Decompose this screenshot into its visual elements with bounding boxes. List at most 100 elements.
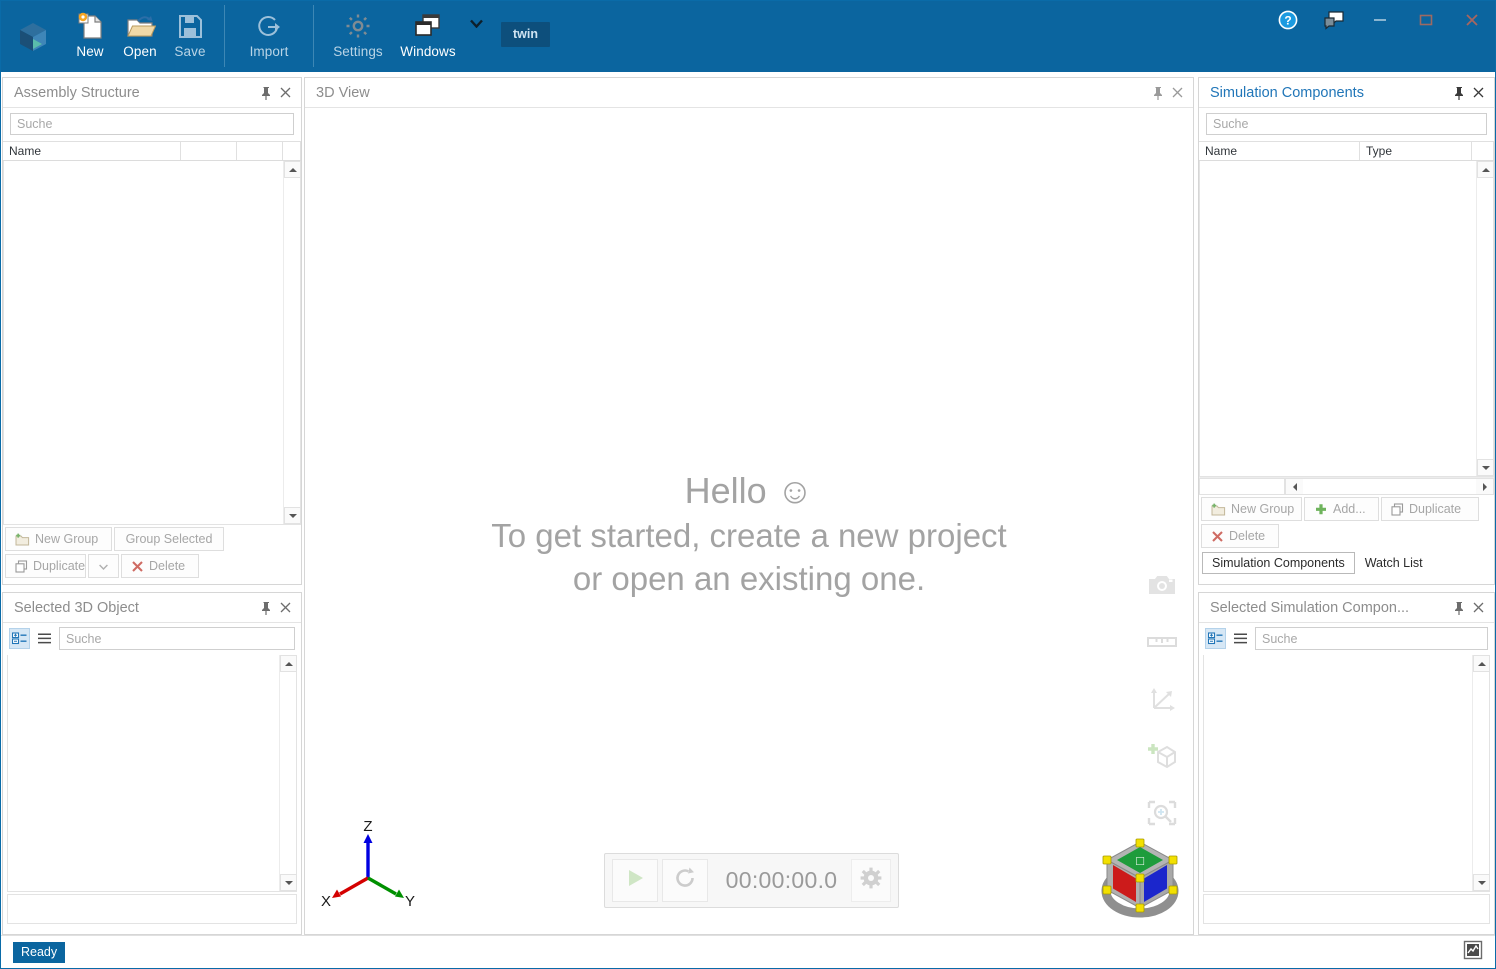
axes-icon[interactable] bbox=[1145, 682, 1179, 716]
assembly-search-input[interactable] bbox=[10, 113, 294, 135]
navigation-cube[interactable]: □ bbox=[1093, 834, 1187, 920]
simulation-components-search-input[interactable] bbox=[1206, 113, 1487, 135]
feedback-icon[interactable] bbox=[1311, 5, 1357, 35]
duplicate-icon bbox=[15, 559, 28, 573]
selected-3d-object-search-input[interactable] bbox=[59, 627, 295, 650]
assembly-delete-button[interactable]: Delete bbox=[121, 554, 199, 578]
chevron-down-icon bbox=[99, 559, 108, 573]
assembly-duplicate-dropdown[interactable] bbox=[88, 554, 119, 578]
simcomp-button-row-1: New Group Add... Duplicate bbox=[1199, 495, 1494, 521]
resize-grip-icon[interactable] bbox=[1463, 940, 1483, 965]
simcomp-column-name[interactable]: Name bbox=[1199, 142, 1360, 160]
selected-3d-object-scrollbar[interactable] bbox=[279, 655, 297, 891]
welcome-line-3: or open an existing one. bbox=[572, 559, 926, 597]
assembly-column-3[interactable] bbox=[237, 142, 283, 160]
close-button[interactable] bbox=[1449, 5, 1495, 35]
zoom-fit-icon[interactable] bbox=[1145, 796, 1179, 830]
categorize-icon[interactable] bbox=[1205, 628, 1226, 649]
import-button-label: Import bbox=[249, 44, 289, 59]
scroll-down-icon[interactable] bbox=[284, 507, 301, 524]
simcomp-delete-button[interactable]: Delete bbox=[1201, 524, 1279, 548]
hscroll-thumb-area[interactable] bbox=[1303, 479, 1476, 494]
simcomp-button-row-2: Delete bbox=[1199, 521, 1494, 548]
assembly-column-name[interactable]: Name bbox=[3, 142, 181, 160]
save-button[interactable]: Save bbox=[165, 1, 215, 67]
scroll-up-icon[interactable] bbox=[1473, 655, 1490, 672]
assembly-structure-title: Assembly Structure bbox=[14, 84, 140, 101]
pin-icon[interactable] bbox=[257, 597, 276, 619]
close-icon[interactable] bbox=[276, 82, 295, 104]
maximize-button[interactable] bbox=[1403, 5, 1449, 35]
scroll-up-icon[interactable] bbox=[280, 655, 297, 672]
scroll-right-icon[interactable] bbox=[1476, 479, 1493, 494]
scroll-left-icon[interactable] bbox=[1286, 479, 1303, 494]
selected-simulation-component-search-input[interactable] bbox=[1255, 627, 1488, 650]
scroll-up-icon[interactable] bbox=[284, 161, 301, 178]
assembly-new-group-label: New Group bbox=[35, 532, 99, 546]
playback-settings-button[interactable] bbox=[851, 859, 891, 902]
simulation-components-grid-body[interactable] bbox=[1199, 161, 1494, 477]
assembly-grid-body[interactable] bbox=[3, 161, 301, 525]
scroll-up-icon[interactable] bbox=[1477, 161, 1494, 178]
assembly-column-2[interactable] bbox=[181, 142, 237, 160]
import-button[interactable]: Import bbox=[234, 1, 304, 67]
minimize-button[interactable] bbox=[1357, 5, 1403, 35]
pin-icon[interactable] bbox=[1149, 82, 1168, 104]
pin-icon[interactable] bbox=[1450, 82, 1469, 104]
selected-simulation-component-toolbar bbox=[1199, 623, 1494, 655]
file-group: New Open Save bbox=[65, 1, 215, 72]
3d-viewport[interactable]: Hello ☺ To get started, create a new pro… bbox=[305, 108, 1193, 934]
list-icon[interactable] bbox=[34, 628, 55, 649]
simcomp-horizontal-scrollbar[interactable] bbox=[1199, 477, 1494, 495]
play-button[interactable] bbox=[612, 859, 658, 902]
windows-button[interactable]: Windows bbox=[393, 1, 463, 67]
assembly-button-row-2: Duplicate Delete bbox=[3, 551, 301, 578]
new-button[interactable]: New bbox=[65, 1, 115, 67]
assembly-delete-label: Delete bbox=[149, 559, 186, 573]
assembly-group-selected-button[interactable]: Group Selected bbox=[114, 527, 224, 551]
simcomp-new-group-button[interactable]: New Group bbox=[1201, 497, 1302, 521]
duplicate-icon bbox=[1391, 502, 1404, 516]
assembly-column-4[interactable] bbox=[283, 142, 301, 160]
app-logo bbox=[1, 1, 65, 72]
scroll-down-icon[interactable] bbox=[1477, 459, 1494, 476]
pin-icon[interactable] bbox=[1450, 597, 1469, 619]
close-icon[interactable] bbox=[1469, 82, 1488, 104]
playback-toolbar: 00:00:00.0 bbox=[604, 853, 899, 908]
close-icon[interactable] bbox=[1469, 597, 1488, 619]
project-badge[interactable]: twin bbox=[501, 22, 550, 47]
close-icon[interactable] bbox=[276, 597, 295, 619]
new-group-icon bbox=[15, 533, 30, 546]
selected-simulation-component-grid[interactable] bbox=[1203, 655, 1490, 892]
open-button-label: Open bbox=[123, 44, 157, 59]
assembly-vertical-scrollbar[interactable] bbox=[283, 161, 301, 524]
assembly-duplicate-button[interactable]: Duplicate bbox=[5, 554, 86, 578]
list-icon[interactable] bbox=[1230, 628, 1251, 649]
simcomp-column-type[interactable]: Type bbox=[1360, 142, 1472, 160]
tab-simulation-components[interactable]: Simulation Components bbox=[1202, 552, 1355, 574]
simcomp-add-button[interactable]: Add... bbox=[1304, 497, 1379, 521]
add-object-icon[interactable] bbox=[1145, 739, 1179, 773]
scroll-down-icon[interactable] bbox=[1473, 874, 1490, 891]
camera-icon[interactable] bbox=[1145, 568, 1179, 602]
reset-button[interactable] bbox=[662, 859, 708, 902]
categorize-icon[interactable] bbox=[9, 628, 30, 649]
pin-icon[interactable] bbox=[257, 82, 276, 104]
help-icon[interactable]: ? bbox=[1265, 5, 1311, 35]
simcomp-column-3[interactable] bbox=[1472, 142, 1494, 160]
hscroll-track[interactable] bbox=[1285, 478, 1494, 495]
selected-3d-object-grid[interactable] bbox=[7, 655, 297, 892]
measure-icon[interactable] bbox=[1145, 625, 1179, 659]
assembly-new-group-button[interactable]: New Group bbox=[5, 527, 112, 551]
settings-button[interactable]: Settings bbox=[323, 1, 393, 67]
close-icon[interactable] bbox=[1168, 82, 1187, 104]
scroll-down-icon[interactable] bbox=[280, 874, 297, 891]
assembly-search-wrap bbox=[3, 108, 301, 141]
simcomp-vertical-scrollbar[interactable] bbox=[1476, 161, 1494, 476]
tab-watch-list[interactable]: Watch List bbox=[1354, 552, 1433, 574]
windows-icon bbox=[412, 9, 444, 43]
open-button[interactable]: Open bbox=[115, 1, 165, 67]
simcomp-duplicate-button[interactable]: Duplicate bbox=[1381, 497, 1479, 521]
selectedsim-scrollbar[interactable] bbox=[1472, 655, 1490, 891]
overflow-chevron-down-icon[interactable] bbox=[463, 1, 489, 67]
